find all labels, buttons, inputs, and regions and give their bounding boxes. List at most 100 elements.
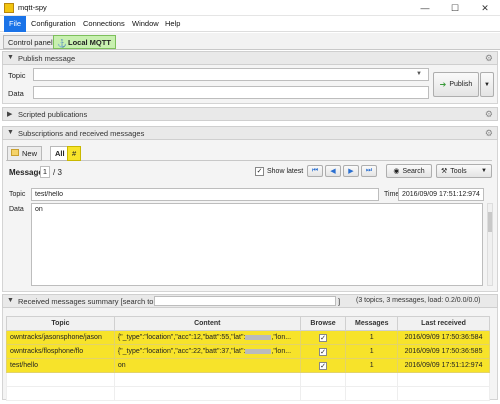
publish-section-title: Publish message	[18, 54, 76, 63]
publish-options-dropdown[interactable]: ▼	[480, 72, 494, 97]
row-browse: ✓	[299, 330, 347, 345]
menu-connections[interactable]: Connections	[78, 16, 130, 32]
row-browse: ✓	[299, 344, 347, 359]
settings-icon[interactable]: ⚙	[485, 128, 493, 139]
maximize-icon[interactable]: ☐	[440, 0, 470, 16]
row-content-tail: ,"lon...	[271, 348, 292, 355]
row-topic: owntracks/jasonsphone/jason	[6, 330, 115, 345]
row-content-text: {"_type":"location","acc":12,"batt":55,"…	[117, 334, 246, 341]
close-icon[interactable]: ✕	[470, 0, 500, 16]
row-messages: 1	[345, 330, 399, 345]
data-scrollbar[interactable]	[487, 203, 493, 286]
search-topics-bracket: ]	[338, 297, 341, 306]
publish-data-label: Data	[8, 89, 24, 98]
app-icon	[4, 3, 14, 13]
message-time-label: Time	[384, 191, 400, 198]
row-last-received: 2016/09/09 17:51:12:974	[397, 358, 490, 373]
summary-stats: (3 topics, 3 messages, load: 0.2/0.0/0.0…	[356, 297, 481, 304]
empty-row	[6, 386, 490, 401]
column-header-browse[interactable]: Browse	[299, 316, 347, 331]
table-row[interactable]: test/hello on ✓ 1 2016/09/09 17:51:12:97…	[6, 358, 490, 373]
window-title: mqtt-spy	[18, 3, 47, 12]
settings-icon[interactable]: ⚙	[485, 53, 493, 64]
browse-checkbox[interactable]: ✓	[319, 333, 328, 342]
show-latest-label: Show latest	[267, 168, 304, 175]
expand-triangle-icon: ▶	[7, 111, 13, 118]
subscriptions-section-header[interactable]: ▼ Subscriptions and received messages ⚙	[2, 126, 498, 140]
tab-local-mqtt[interactable]: ⚓ Local MQTT	[53, 35, 116, 49]
redacted-block	[245, 348, 272, 354]
data-scrollbar-thumb[interactable]	[488, 212, 492, 232]
menu-window[interactable]: Window	[127, 16, 164, 32]
row-content: {"_type":"location","acc":22,"batt":37,"…	[113, 344, 301, 359]
browse-checkbox[interactable]: ✓	[319, 361, 328, 370]
settings-icon[interactable]: ⚙	[485, 109, 493, 120]
row-content-tail: ,"lon...	[271, 334, 292, 341]
menu-help[interactable]: Help	[160, 16, 185, 32]
row-topic: owntracks/flosphone/flo	[6, 344, 115, 359]
message-topic-field[interactable]	[31, 188, 379, 201]
first-message-icon[interactable]: ⏮	[307, 165, 323, 177]
message-total: / 3	[53, 168, 62, 177]
minimize-icon[interactable]: —	[410, 0, 440, 16]
publish-button[interactable]: ➔ Publish	[433, 72, 479, 97]
last-message-icon[interactable]: ⏭	[361, 165, 377, 177]
message-time-field[interactable]	[398, 188, 484, 201]
tools-button[interactable]: ⚒ Tools ▼	[436, 164, 492, 178]
search-button-label: Search	[402, 167, 425, 175]
menu-file[interactable]: File	[4, 16, 27, 32]
next-message-icon[interactable]: ▶	[343, 165, 359, 177]
collapse-triangle-icon: ▼	[7, 54, 14, 61]
row-content-text: {"_type":"location","acc":22,"batt":37,"…	[117, 348, 246, 355]
scripted-section-header[interactable]: ▶ Scripted publications ⚙	[2, 107, 498, 121]
subscriptions-section-title: Subscriptions and received messages	[18, 129, 145, 138]
connection-icon: ⚓	[57, 39, 67, 48]
row-topic: test/hello	[6, 358, 115, 373]
row-content: {"_type":"location","acc":12,"batt":55,"…	[113, 330, 301, 345]
collapse-triangle-icon: ▼	[7, 129, 14, 136]
tab-hash[interactable]: #	[67, 146, 82, 161]
column-header-topic[interactable]: Topic	[6, 316, 115, 331]
row-messages: 1	[345, 358, 399, 373]
topic-dropdown-icon[interactable]: ▼	[416, 71, 422, 77]
column-header-content[interactable]: Content	[113, 316, 301, 331]
previous-message-icon[interactable]: ◀	[325, 165, 341, 177]
row-messages: 1	[345, 344, 399, 359]
column-header-last-received[interactable]: Last received	[397, 316, 490, 331]
tab-new-subscription[interactable]: New	[7, 146, 43, 161]
row-browse: ✓	[299, 358, 347, 373]
publish-topic-label: Topic	[8, 71, 26, 80]
publish-topic-input[interactable]	[33, 68, 429, 81]
binoculars-icon: ◉	[393, 168, 400, 175]
search-topics-input[interactable]	[154, 296, 336, 306]
column-header-messages[interactable]: Messages	[345, 316, 399, 331]
publish-data-input[interactable]	[33, 86, 429, 99]
row-last-received: 2016/09/09 17:50:36:585	[397, 344, 490, 359]
tools-icon: ⚒	[441, 168, 448, 175]
tab-control-panel[interactable]: Control panel	[3, 35, 58, 49]
row-content: on	[113, 358, 301, 373]
table-row[interactable]: owntracks/jasonsphone/jason {"_type":"lo…	[6, 330, 490, 345]
publish-button-label: Publish	[449, 81, 473, 88]
table-row[interactable]: owntracks/flosphone/flo {"_type":"locati…	[6, 344, 490, 359]
message-data-label: Data	[9, 206, 24, 213]
message-topic-label: Topic	[9, 191, 26, 198]
show-latest-checkbox[interactable]: ✓	[255, 167, 264, 176]
browse-checkbox[interactable]: ✓	[319, 347, 328, 356]
table-header-row: Topic Content Browse Messages Last recei…	[6, 316, 490, 331]
message-index-input[interactable]: 1	[40, 166, 50, 178]
redacted-block	[245, 334, 272, 340]
publish-icon: ➔	[439, 80, 447, 89]
message-label: Message	[9, 168, 43, 177]
menu-configuration[interactable]: Configuration	[26, 16, 81, 32]
folder-icon	[11, 149, 19, 156]
tab-new-label: New	[22, 149, 38, 158]
row-last-received: 2016/09/09 17:50:36:584	[397, 330, 490, 345]
publish-section-header[interactable]: ▼ Publish message ⚙	[2, 51, 498, 65]
tools-button-label: Tools	[450, 167, 467, 175]
scripted-section-title: Scripted publications	[18, 110, 88, 119]
search-button[interactable]: ◉ Search	[386, 164, 432, 178]
tools-dropdown-icon: ▼	[481, 168, 487, 174]
summary-section-title: Received messages summary [search topics…	[18, 297, 169, 306]
message-data-area[interactable]: on	[31, 203, 483, 286]
